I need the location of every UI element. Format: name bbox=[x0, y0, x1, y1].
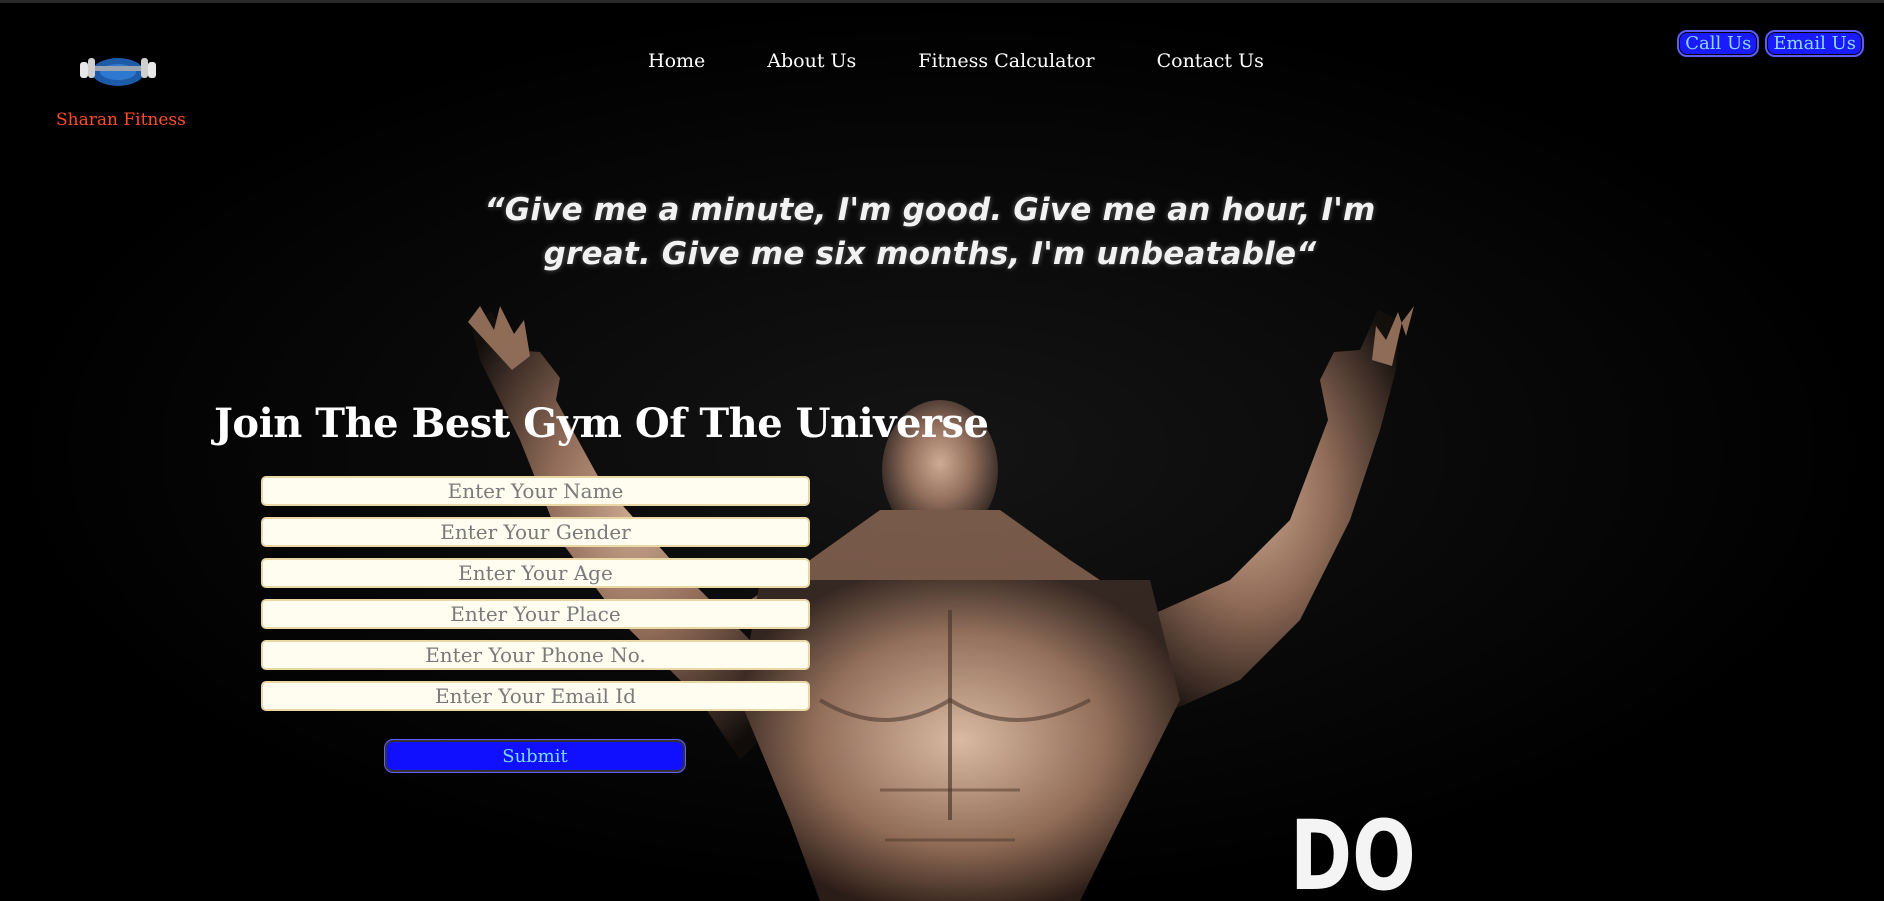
nav-fitness-calculator[interactable]: Fitness Calculator bbox=[918, 50, 1094, 72]
hero-quote: “Give me a minute, I'm good. Give me an … bbox=[480, 188, 1380, 276]
call-us-button[interactable]: Call Us bbox=[1677, 30, 1760, 57]
hero-bottom-text: DO bbox=[1290, 800, 1416, 901]
brand-name[interactable]: Sharan Fitness bbox=[56, 110, 186, 130]
nav-home[interactable]: Home bbox=[648, 50, 705, 72]
join-form-title: Join The Best Gym Of The Universe bbox=[214, 400, 989, 447]
main-nav: Home About Us Fitness Calculator Contact… bbox=[648, 50, 1326, 72]
age-input[interactable] bbox=[261, 558, 810, 588]
dumbbell-logo-icon[interactable] bbox=[76, 44, 160, 96]
page: “Give me a minute, I'm good. Give me an … bbox=[0, 0, 1884, 901]
phone-input[interactable] bbox=[261, 640, 810, 670]
nav-about-us[interactable]: About Us bbox=[767, 50, 856, 72]
gender-input[interactable] bbox=[261, 517, 810, 547]
email-us-button[interactable]: Email Us bbox=[1765, 30, 1864, 57]
name-input[interactable] bbox=[261, 476, 810, 506]
quote-line-1: “Give me a minute, I'm good. Give me an … bbox=[484, 192, 1376, 228]
nav-contact-us[interactable]: Contact Us bbox=[1157, 50, 1264, 72]
quote-line-2: great. Give me six months, I'm unbeatabl… bbox=[543, 236, 1317, 272]
contact-buttons: Call Us Email Us bbox=[1677, 30, 1864, 57]
bodybuilder-background-image bbox=[0, 0, 1884, 901]
email-input[interactable] bbox=[261, 681, 810, 711]
submit-button[interactable]: Submit bbox=[385, 740, 685, 772]
place-input[interactable] bbox=[261, 599, 810, 629]
join-form bbox=[261, 476, 810, 722]
